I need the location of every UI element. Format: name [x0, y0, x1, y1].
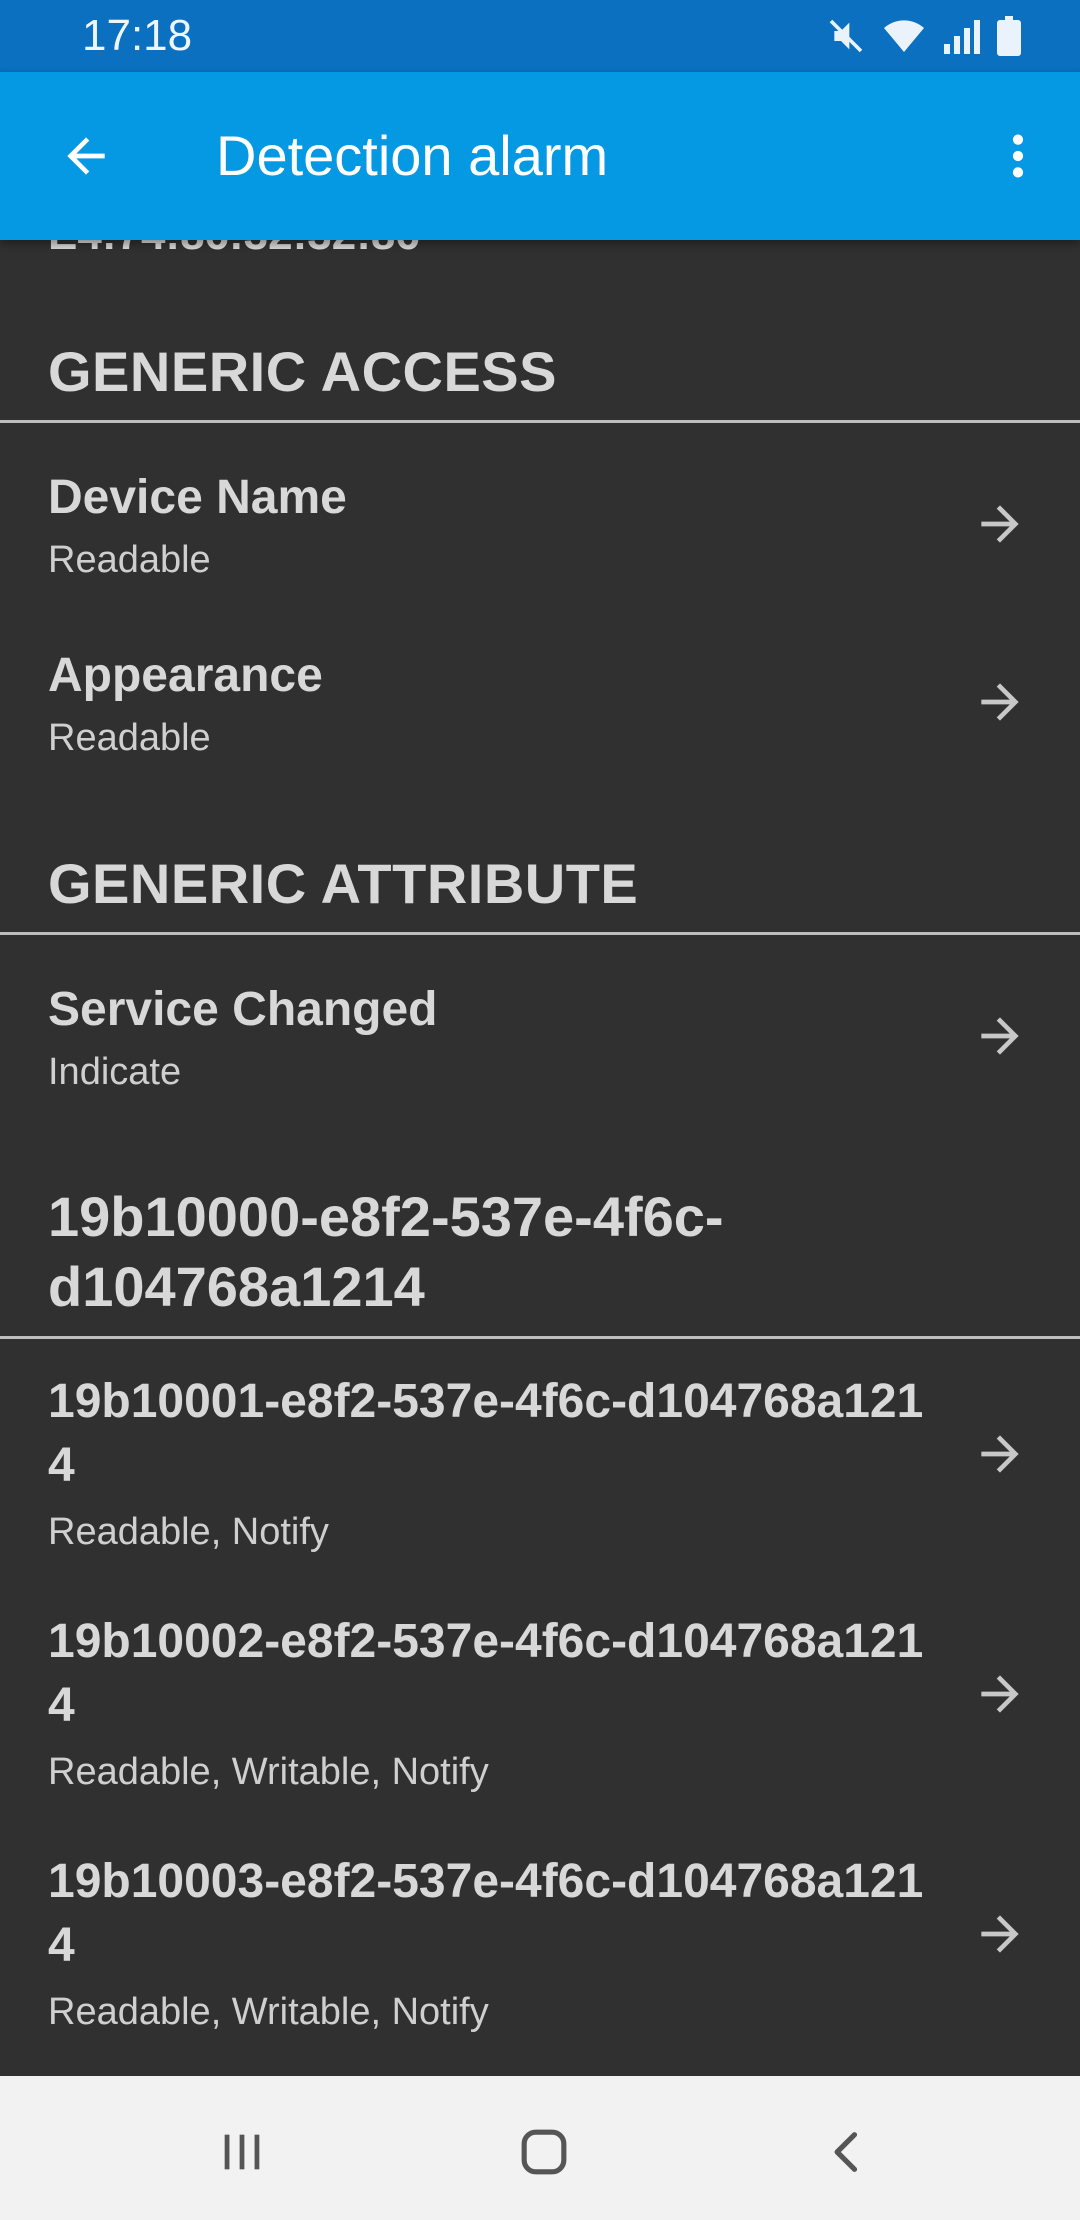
characteristic-props: Indicate	[48, 1051, 182, 1093]
divider	[0, 420, 1080, 423]
characteristic-row-custom-2[interactable]: 19b10002-e8f2-537e-4f6c-d104768a1214 Rea…	[0, 1596, 1080, 1816]
device-address: E4:74:86:32:32:86	[48, 240, 420, 260]
service-title-custom: 19b10000-e8f2-537e-4f6c-d104768a1214	[48, 1185, 724, 1318]
characteristic-row-service-changed[interactable]: Service Changed Indicate	[0, 952, 1080, 1112]
arrow-forward-icon	[970, 672, 1030, 732]
characteristic-props: Readable, Writable, Notify	[48, 1751, 489, 1793]
battery-icon	[996, 16, 1022, 56]
characteristic-row-appearance[interactable]: Appearance Readable	[0, 618, 1080, 778]
services-list[interactable]: E4:74:86:32:32:86 GENERIC ACCESS Device …	[0, 240, 1080, 2076]
divider	[0, 932, 1080, 935]
characteristic-name: Service Changed	[48, 983, 438, 1036]
characteristic-name: 19b10001-e8f2-537e-4f6c-d104768a1214	[48, 1375, 924, 1492]
service-title-generic-attribute: GENERIC ATTRIBUTE	[48, 852, 639, 915]
overflow-menu-button[interactable]	[980, 118, 1056, 194]
characteristic-name: 19b10002-e8f2-537e-4f6c-d104768a1214	[48, 1615, 924, 1732]
arrow-forward-icon	[970, 1006, 1030, 1066]
characteristic-name: Appearance	[48, 649, 323, 702]
characteristic-props: Readable, Writable, Notify	[48, 1991, 489, 2033]
characteristic-props: Readable	[48, 717, 211, 759]
recent-apps-icon	[224, 2134, 260, 2170]
arrow-forward-icon	[970, 494, 1030, 554]
recent-apps-button[interactable]	[202, 2112, 282, 2192]
divider	[0, 1336, 1080, 1339]
nav-back-button[interactable]	[808, 2112, 888, 2192]
service-title-generic-access: GENERIC ACCESS	[48, 340, 558, 403]
characteristic-row-device-name[interactable]: Device Name Readable	[0, 440, 1080, 600]
status-time: 17:18	[82, 11, 193, 60]
status-bar: 17:18	[0, 0, 1080, 72]
characteristic-name: 19b10003-e8f2-537e-4f6c-d104768a1214	[48, 1855, 924, 1972]
arrow-back-icon	[67, 137, 105, 175]
back-icon	[834, 2132, 858, 2172]
characteristic-props: Readable, Notify	[48, 1511, 329, 1553]
more-vert-icon	[1012, 134, 1024, 178]
system-nav-bar	[0, 2076, 1080, 2220]
home-button[interactable]	[504, 2112, 584, 2192]
characteristic-props: Readable	[48, 539, 211, 581]
signal-icon	[942, 16, 982, 56]
characteristic-name: Device Name	[48, 471, 347, 524]
arrow-forward-icon	[970, 1424, 1030, 1484]
wifi-icon	[880, 16, 928, 56]
characteristic-row-custom-3[interactable]: 19b10003-e8f2-537e-4f6c-d104768a1214 Rea…	[0, 1836, 1080, 2056]
back-button[interactable]	[48, 118, 124, 194]
characteristic-row-custom-1[interactable]: 19b10001-e8f2-537e-4f6c-d104768a1214 Rea…	[0, 1356, 1080, 1576]
home-icon	[521, 2129, 567, 2175]
status-icons	[826, 12, 1022, 60]
page-title: Detection alarm	[216, 124, 609, 187]
mute-icon	[826, 16, 866, 56]
arrow-forward-icon	[970, 1664, 1030, 1724]
arrow-forward-icon	[970, 1904, 1030, 1964]
app-bar: Detection alarm	[0, 72, 1080, 240]
